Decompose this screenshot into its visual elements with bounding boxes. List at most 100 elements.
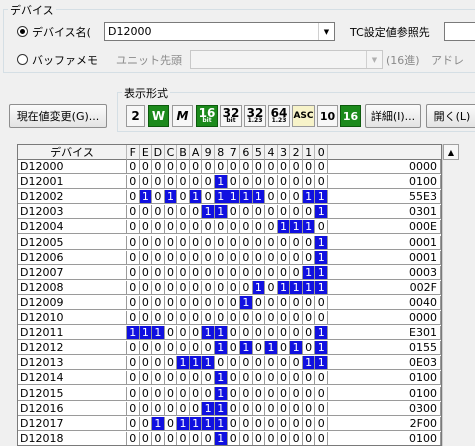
bit-cell[interactable]: 0: [152, 280, 165, 295]
hex-value-cell[interactable]: 000E: [328, 220, 441, 235]
hex-value-cell[interactable]: 0001: [328, 250, 441, 265]
device-cell[interactable]: D12014: [18, 371, 127, 386]
bit-cell[interactable]: 0: [189, 250, 203, 265]
bit-cell[interactable]: 0: [252, 341, 266, 356]
bit-cell[interactable]: 0: [152, 341, 165, 356]
bit-cell[interactable]: 1: [202, 401, 215, 416]
bit-cell[interactable]: 1: [139, 326, 153, 341]
bit-cell[interactable]: 0: [277, 190, 291, 205]
bit-cell[interactable]: 0: [315, 401, 328, 416]
bit-cell[interactable]: 0: [177, 311, 190, 325]
scroll-up-arrow-icon[interactable]: ▲: [443, 144, 459, 160]
bit-cell[interactable]: 0: [177, 401, 190, 416]
bit-cell[interactable]: 0: [240, 356, 253, 371]
bit-cell[interactable]: 0: [139, 220, 153, 235]
bit-cell[interactable]: 0: [290, 401, 303, 416]
bit-cell[interactable]: 0: [164, 371, 178, 386]
bit-cell[interactable]: 1: [214, 205, 228, 220]
bit-cell[interactable]: 0: [277, 175, 291, 190]
table-row[interactable]: D12011 1 1 1 0 0 0 1 1 0 0 0 0 0 0 0 1 E301: [18, 326, 441, 341]
bit-cell[interactable]: 1: [240, 341, 253, 356]
bit-cell[interactable]: 0: [302, 235, 316, 250]
bit-cell[interactable]: 0: [290, 190, 303, 205]
bit-cell[interactable]: 1: [214, 190, 228, 205]
bit-cell[interactable]: 0: [240, 401, 253, 416]
table-row[interactable]: D12005 0 0 0 0 0 0 0 0 0 0 0 0 0 0 0 1 0001: [18, 235, 441, 250]
format-binary-button[interactable]: 2: [126, 105, 145, 127]
device-cell[interactable]: D12009: [18, 295, 127, 310]
bit-cell[interactable]: 1: [177, 416, 190, 431]
bit-cell[interactable]: 0: [152, 190, 165, 205]
bit-cell[interactable]: 0: [290, 205, 303, 220]
bit-cell[interactable]: 0: [265, 265, 278, 280]
bit-cell[interactable]: 0: [252, 175, 266, 190]
bit-cell[interactable]: 0: [127, 371, 140, 386]
bit-cell[interactable]: 1: [189, 356, 203, 371]
bit-cell[interactable]: 0: [214, 356, 228, 371]
bit-cell[interactable]: 0: [252, 250, 266, 265]
bit-cell[interactable]: 0: [127, 175, 140, 190]
details-button[interactable]: 詳細(I)...: [365, 104, 421, 128]
bit-cell[interactable]: 0: [152, 295, 165, 310]
hex-value-cell[interactable]: 0001: [328, 235, 441, 250]
device-cell[interactable]: D12008: [18, 280, 127, 295]
bit-cell[interactable]: 0: [315, 220, 328, 235]
bit-cell[interactable]: 0: [164, 235, 178, 250]
bit-cell[interactable]: 0: [252, 431, 266, 445]
bit-cell[interactable]: 0: [290, 250, 303, 265]
bit-cell[interactable]: 1: [202, 356, 215, 371]
bit-cell[interactable]: 1: [302, 265, 316, 280]
bit-cell[interactable]: 0: [189, 401, 203, 416]
device-cell[interactable]: D12011: [18, 326, 127, 341]
bit-cell[interactable]: 0: [189, 386, 203, 401]
bit-cell[interactable]: 0: [315, 295, 328, 310]
bit-cell[interactable]: 0: [302, 416, 316, 431]
device-cell[interactable]: D12018: [18, 431, 127, 445]
bit-cell[interactable]: 0: [177, 205, 190, 220]
bit-cell[interactable]: 1: [252, 190, 266, 205]
bit-cell[interactable]: 1: [189, 416, 203, 431]
bit-cell[interactable]: 0: [127, 341, 140, 356]
bit-cell[interactable]: 0: [164, 416, 178, 431]
bit-cell[interactable]: 0: [139, 265, 153, 280]
device-cell[interactable]: D12003: [18, 205, 127, 220]
bit-cell[interactable]: 0: [240, 235, 253, 250]
bit-cell[interactable]: 0: [265, 431, 278, 445]
table-row[interactable]: D12000 0 0 0 0 0 0 0 0 0 0 0 0 0 0 0 0 0000: [18, 160, 441, 174]
bit-cell[interactable]: 0: [240, 386, 253, 401]
bit-cell[interactable]: 0: [139, 280, 153, 295]
bit-cell[interactable]: 1: [214, 401, 228, 416]
bit-cell[interactable]: 0: [240, 311, 253, 325]
bit-cell[interactable]: 0: [227, 220, 241, 235]
bit-cell[interactable]: 0: [139, 295, 153, 310]
bit-cell[interactable]: 0: [202, 250, 215, 265]
bit-cell[interactable]: 0: [202, 160, 215, 174]
chevron-down-icon[interactable]: ▼: [318, 23, 334, 40]
bit-cell[interactable]: 0: [290, 326, 303, 341]
bit-cell[interactable]: 1: [139, 190, 153, 205]
hex-value-cell[interactable]: 0300: [328, 401, 441, 416]
bit-cell[interactable]: 0: [265, 311, 278, 325]
bit-cell[interactable]: 0: [227, 371, 241, 386]
bit-cell[interactable]: 0: [189, 311, 203, 325]
bit-cell[interactable]: 0: [189, 431, 203, 445]
bit-cell[interactable]: 0: [139, 341, 153, 356]
bit-cell[interactable]: 0: [177, 235, 190, 250]
format-hex-button[interactable]: 16: [340, 105, 361, 127]
open-button[interactable]: 開く(L): [426, 104, 475, 128]
bit-cell[interactable]: 0: [240, 326, 253, 341]
table-row[interactable]: D12014 0 0 0 0 0 0 0 1 0 0 0 0 0 0 0 0 0100: [18, 371, 441, 386]
bit-cell[interactable]: 1: [302, 190, 316, 205]
bit-cell[interactable]: 0: [139, 311, 153, 325]
bit-cell[interactable]: 0: [265, 250, 278, 265]
bit-cell[interactable]: 0: [127, 160, 140, 174]
bit-cell[interactable]: 0: [227, 341, 241, 356]
bit-cell[interactable]: 0: [177, 220, 190, 235]
bit-cell[interactable]: 0: [265, 386, 278, 401]
format-word-button[interactable]: W: [148, 105, 169, 127]
bit-cell[interactable]: 0: [127, 356, 140, 371]
table-row[interactable]: D12012 0 0 0 0 0 0 0 1 0 1 0 1 0 1 0 1 0155: [18, 341, 441, 356]
bit-cell[interactable]: 1: [177, 356, 190, 371]
hex-value-cell[interactable]: E301: [328, 326, 441, 341]
format-16bit-button[interactable]: 16 bit: [196, 105, 218, 127]
